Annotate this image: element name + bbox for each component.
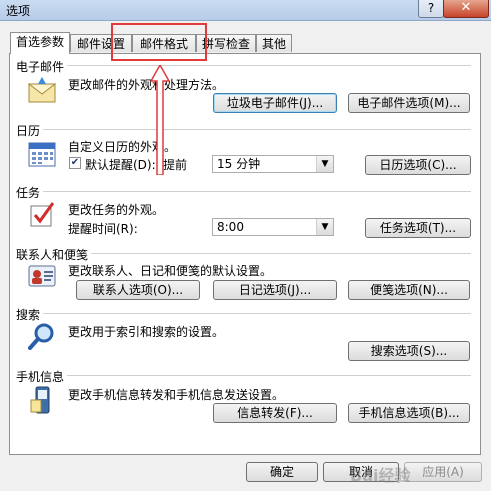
- message-forward-button[interactable]: 信息转发(F)...: [213, 403, 337, 423]
- dropdown-arrow-icon[interactable]: ▼: [316, 219, 333, 235]
- reminder-time-select[interactable]: 15 分钟 ▼: [212, 155, 334, 173]
- mobile-options-button[interactable]: 手机信息选项(B)...: [348, 403, 470, 423]
- divider: [16, 191, 471, 192]
- magnifier-icon: [28, 323, 54, 350]
- search-description: 更改用于索引和搜索的设置。: [68, 325, 225, 339]
- contact-card-icon: [28, 265, 56, 287]
- divider: [16, 65, 471, 66]
- section-label: 手机信息: [16, 368, 68, 385]
- section-label: 联系人和便笺: [16, 246, 92, 263]
- watermark: Bai经验: [350, 466, 411, 485]
- ok-button[interactable]: 确定: [246, 462, 318, 482]
- task-options-button[interactable]: 任务选项(T)...: [365, 218, 471, 238]
- section-label: 搜索: [16, 306, 44, 323]
- section-label: 电子邮件: [16, 58, 68, 75]
- search-options-button[interactable]: 搜索选项(S)...: [348, 341, 470, 361]
- section-label: 日历: [16, 122, 44, 139]
- section-mail: 电子邮件: [16, 58, 471, 75]
- tab-preferences[interactable]: 首选参数: [10, 32, 70, 54]
- journal-options-button[interactable]: 日记选项(J)...: [213, 280, 337, 300]
- mobile-phone-icon: [30, 386, 50, 414]
- section-label: 任务: [16, 184, 44, 201]
- close-button[interactable]: ✕: [443, 0, 489, 18]
- section-mobile: 手机信息: [16, 368, 471, 385]
- mobile-description: 更改手机信息转发和手机信息发送设置。: [68, 388, 285, 402]
- task-reminder-time-value: 8:00: [217, 220, 244, 234]
- mail-options-button[interactable]: 电子邮件选项(M)...: [348, 93, 470, 113]
- title-bar: 选项 ? ✕: [0, 0, 491, 21]
- annotation-arrow-icon: [150, 65, 170, 175]
- contacts-description: 更改联系人、日记和便笺的默认设置。: [68, 264, 273, 278]
- annotation-highlight-box: [111, 23, 207, 61]
- junk-mail-button[interactable]: 垃圾电子邮件(J)...: [213, 93, 337, 113]
- section-contacts: 联系人和便笺: [16, 246, 471, 263]
- calendar-icon: [28, 142, 56, 167]
- mail-description: 更改邮件的外观和处理方法。: [68, 78, 225, 92]
- default-reminder-checkbox[interactable]: ✔: [69, 157, 81, 169]
- apply-button[interactable]: 应用(A): [404, 462, 482, 482]
- tasks-description: 更改任务的外观。: [68, 203, 165, 217]
- dropdown-arrow-icon[interactable]: ▼: [316, 156, 333, 172]
- divider: [16, 129, 471, 130]
- section-tasks: 任务: [16, 184, 471, 201]
- tab-other[interactable]: 其他: [256, 34, 292, 52]
- notes-options-button[interactable]: 便笺选项(N)...: [348, 280, 470, 300]
- calendar-options-button[interactable]: 日历选项(C)...: [365, 155, 471, 175]
- reminder-time-label: 提醒时间(R):: [68, 222, 138, 236]
- reminder-time-value: 15 分钟: [217, 157, 261, 171]
- window-title: 选项: [6, 4, 31, 18]
- divider: [16, 375, 471, 376]
- section-calendar: 日历: [16, 122, 471, 139]
- envelope-icon: [28, 77, 56, 103]
- task-checkbox-icon: [30, 202, 55, 227]
- section-search: 搜索: [16, 306, 471, 323]
- task-reminder-time-select[interactable]: 8:00 ▼: [212, 218, 334, 236]
- contact-options-button[interactable]: 联系人选项(O)...: [76, 280, 200, 300]
- divider: [16, 313, 471, 314]
- help-button[interactable]: ?: [418, 0, 444, 18]
- default-reminder-label: 默认提醒(D):: [85, 158, 156, 172]
